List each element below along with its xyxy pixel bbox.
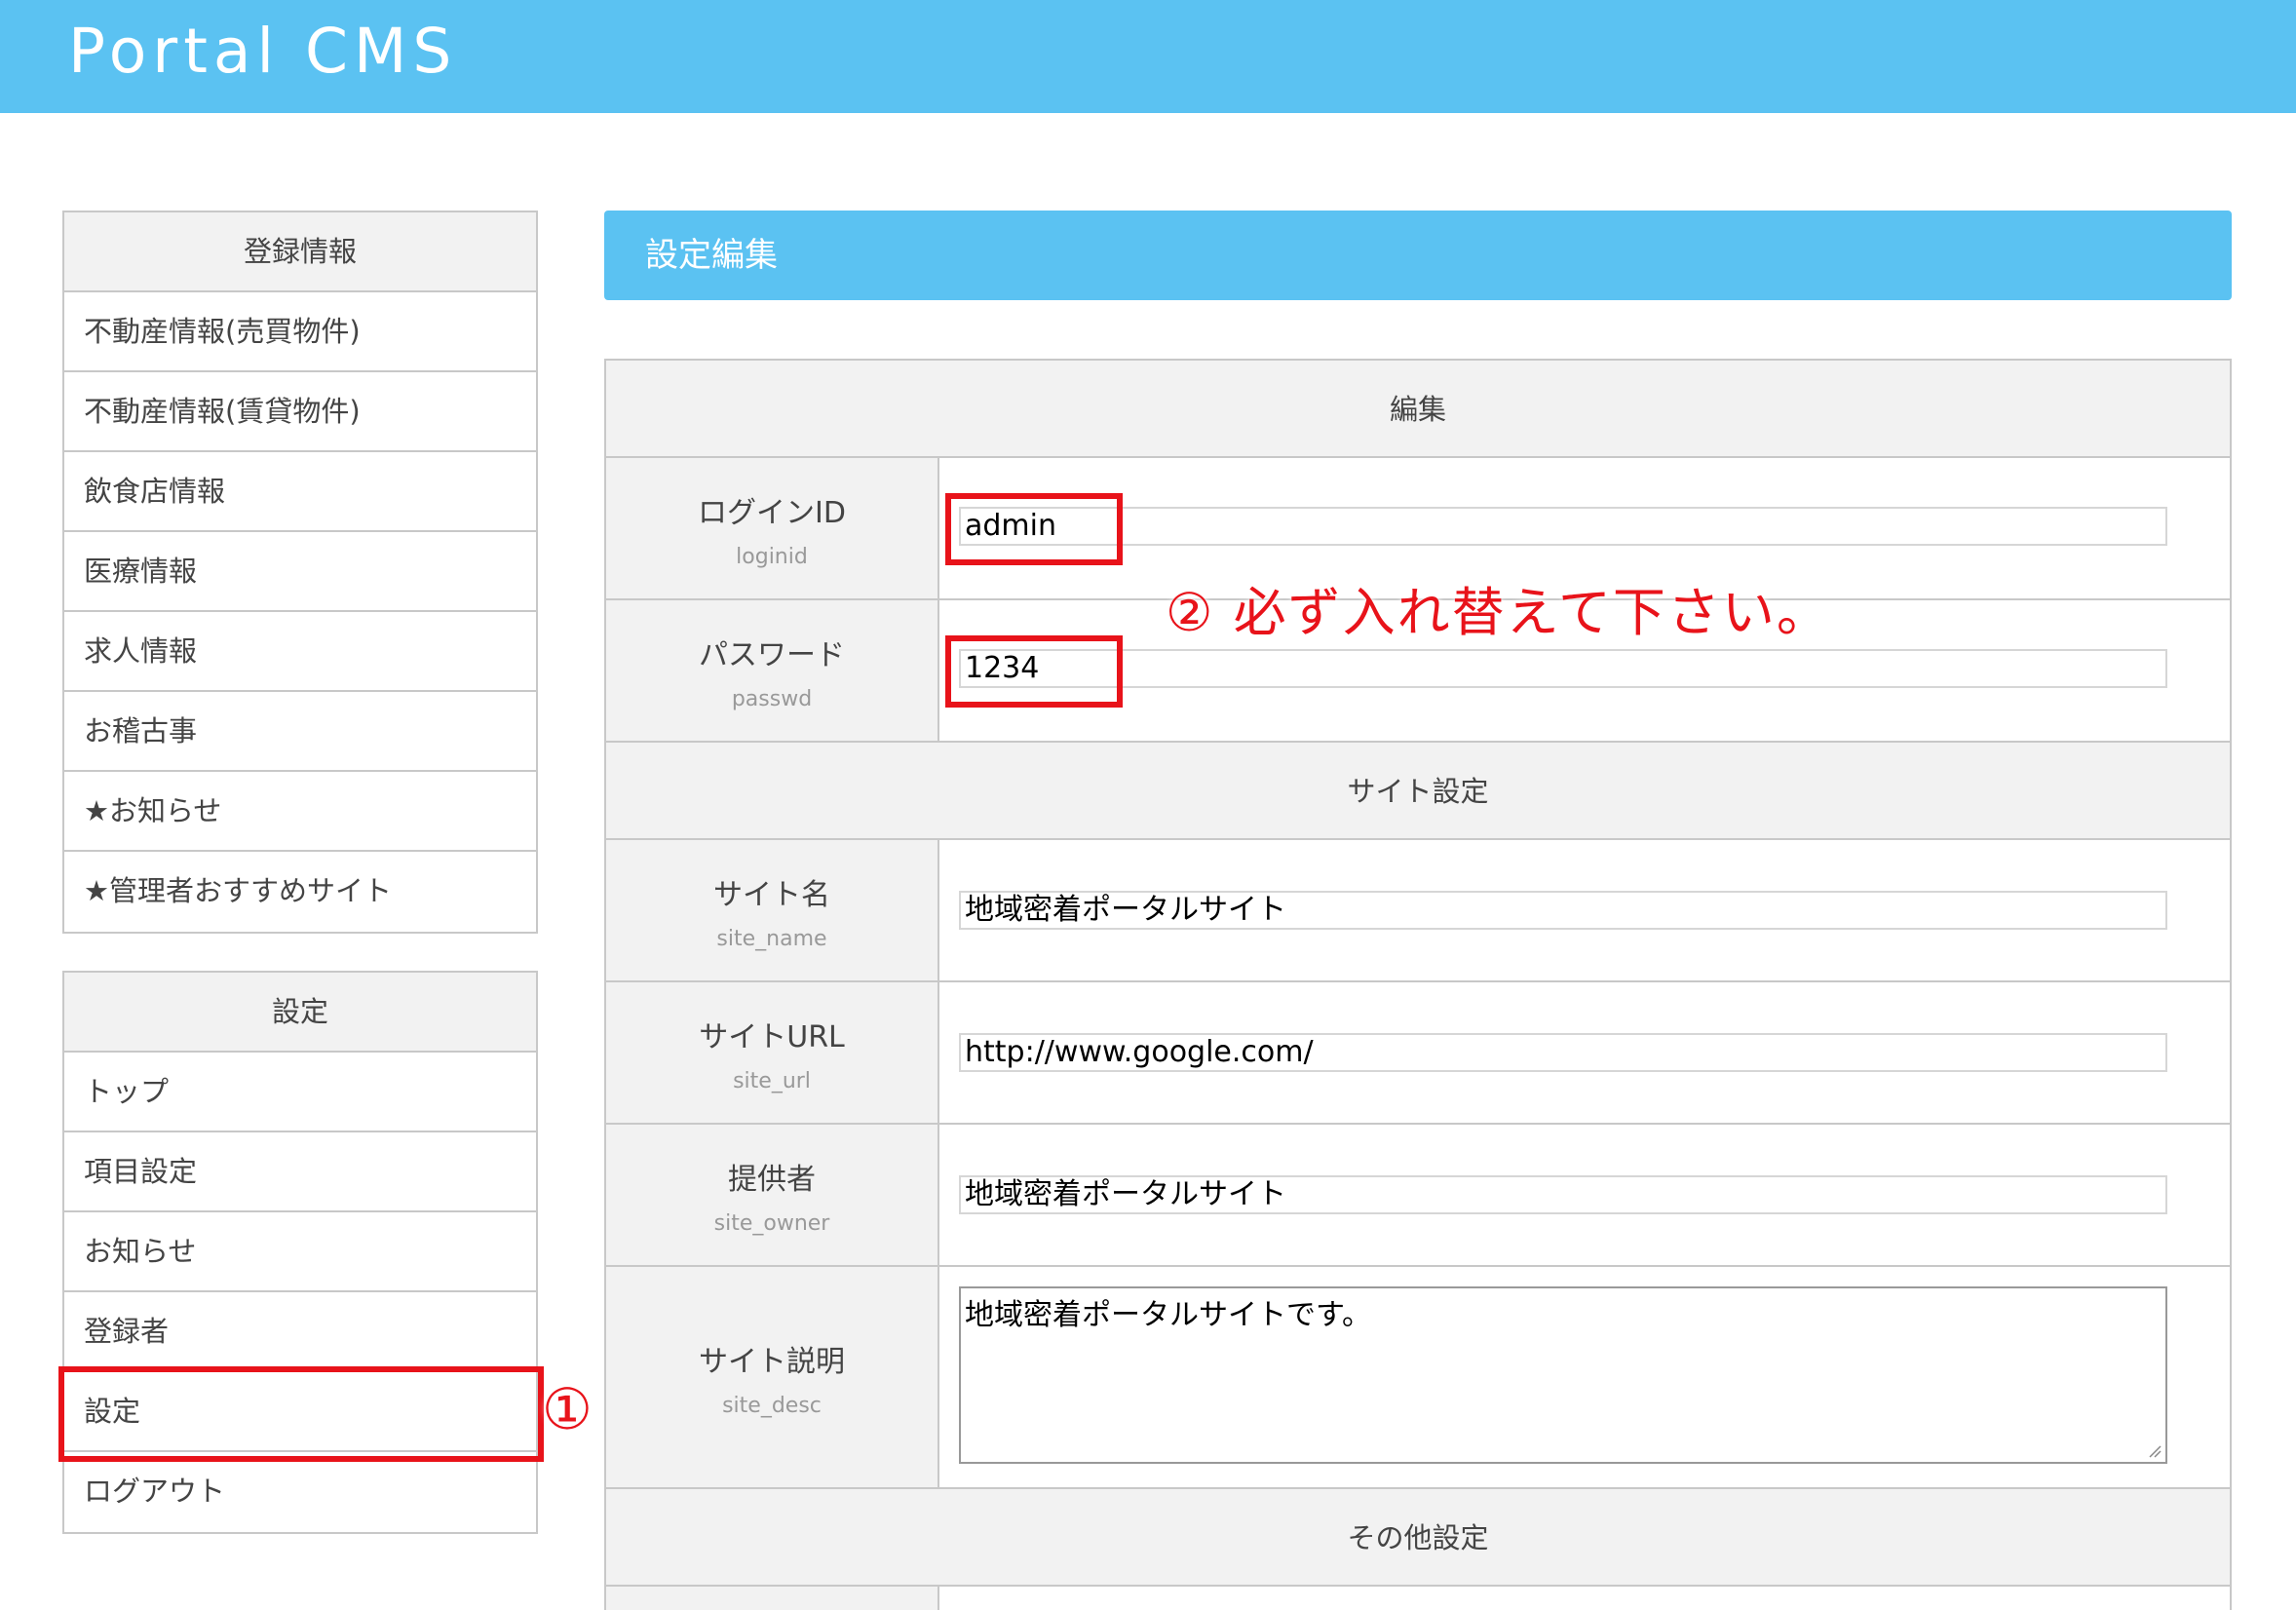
field-value-cell: 地域密着ポータルサイトです。 <box>939 1267 2230 1487</box>
field-key: site_owner <box>713 1210 830 1236</box>
page-title: 設定編集 <box>604 211 2232 300</box>
sidebar-item-logout[interactable]: ログアウト <box>64 1452 536 1532</box>
highlight-password <box>945 635 1123 708</box>
annotation-marker-1: ① <box>542 1376 594 1442</box>
sidebar-item-lessons[interactable]: お稽古事 <box>64 692 536 772</box>
field-value-cell <box>939 1587 2230 1610</box>
field-label: ログインID <box>698 495 846 530</box>
sidebar-heading-registration: 登録情報 <box>64 212 536 292</box>
settings-form: 編集 ログインID loginid admin パスワード passwd 123… <box>604 359 2232 1610</box>
field-label: パスワード <box>699 637 845 672</box>
site-url-input[interactable]: http://www.google.com/ <box>959 1033 2167 1072</box>
form-row-site-desc: サイト説明 site_desc 地域密着ポータルサイトです。 <box>606 1267 2230 1489</box>
site-desc-textarea[interactable]: 地域密着ポータルサイトです。 <box>959 1286 2167 1464</box>
annotation-replace-notice: ② 必ず入れ替えて下さい。 <box>1166 582 1831 643</box>
field-label-cell: 提供者 site_owner <box>606 1125 939 1265</box>
field-label-cell: サイト名 site_name <box>606 840 939 980</box>
sidebar-item-news[interactable]: ★お知らせ <box>64 772 536 852</box>
textarea-value: 地域密着ポータルサイトです。 <box>965 1298 1371 1332</box>
password-input[interactable]: 1234 <box>959 649 2167 688</box>
field-value-cell: 地域密着ポータルサイト <box>939 1125 2230 1265</box>
highlight-loginid <box>945 493 1123 565</box>
sidebar-item-notices[interactable]: お知らせ <box>64 1212 536 1292</box>
field-label-cell: サイトURL site_url <box>606 982 939 1123</box>
sidebar-item-field-settings[interactable]: 項目設定 <box>64 1132 536 1212</box>
sidebar-item-registrants[interactable]: 登録者 <box>64 1292 536 1372</box>
app-header: Portal CMS <box>0 0 2296 113</box>
form-row-site-name: サイト名 site_name 地域密着ポータルサイト <box>606 840 2230 982</box>
field-label-cell: ログインID loginid <box>606 458 939 598</box>
sidebar-item-top[interactable]: トップ <box>64 1053 536 1132</box>
sidebar-item-jobs[interactable]: 求人情報 <box>64 612 536 692</box>
form-row-site-url: サイトURL site_url http://www.google.com/ <box>606 982 2230 1125</box>
field-key: passwd <box>731 686 813 711</box>
field-key: site_name <box>716 926 827 951</box>
section-heading-edit: 編集 <box>606 361 2230 458</box>
field-value-cell: http://www.google.com/ <box>939 982 2230 1123</box>
field-label-cell: サイト説明 site_desc <box>606 1267 939 1487</box>
loginid-input[interactable]: admin <box>959 507 2167 546</box>
sidebar-item-realestate-sale[interactable]: 不動産情報(売買物件) <box>64 292 536 372</box>
sidebar-heading-settings: 設定 <box>64 973 536 1053</box>
section-heading-other: その他設定 <box>606 1489 2230 1587</box>
field-label: サイト名 <box>713 877 830 912</box>
field-value-cell: 地域密着ポータルサイト <box>939 840 2230 980</box>
site-owner-input[interactable]: 地域密着ポータルサイト <box>959 1175 2167 1214</box>
section-heading-site: サイト設定 <box>606 743 2230 840</box>
site-name-input[interactable]: 地域密着ポータルサイト <box>959 891 2167 930</box>
sidebar-registration-menu: 登録情報 不動産情報(売買物件) 不動産情報(賃貸物件) 飲食店情報 医療情報 … <box>62 211 538 934</box>
sidebar-item-restaurant[interactable]: 飲食店情報 <box>64 452 536 532</box>
sidebar-item-realestate-rent[interactable]: 不動産情報(賃貸物件) <box>64 372 536 452</box>
resize-handle-icon[interactable] <box>2148 1444 2162 1458</box>
field-label: サイト説明 <box>699 1344 845 1379</box>
field-label-cell: パスワード passwd <box>606 600 939 741</box>
form-row-partial <box>606 1587 2230 1610</box>
highlight-settings-item <box>58 1366 544 1462</box>
form-row-site-owner: 提供者 site_owner 地域密着ポータルサイト <box>606 1125 2230 1267</box>
field-key: site_desc <box>722 1393 822 1418</box>
sidebar-item-recommended-sites[interactable]: ★管理者おすすめサイト <box>64 852 536 932</box>
field-label: 提供者 <box>728 1162 816 1197</box>
field-key: loginid <box>736 544 808 569</box>
field-label-cell <box>606 1587 939 1610</box>
field-label: サイトURL <box>699 1019 845 1054</box>
field-key: site_url <box>733 1068 811 1093</box>
sidebar-item-medical[interactable]: 医療情報 <box>64 532 536 612</box>
app-title[interactable]: Portal CMS <box>68 16 457 87</box>
